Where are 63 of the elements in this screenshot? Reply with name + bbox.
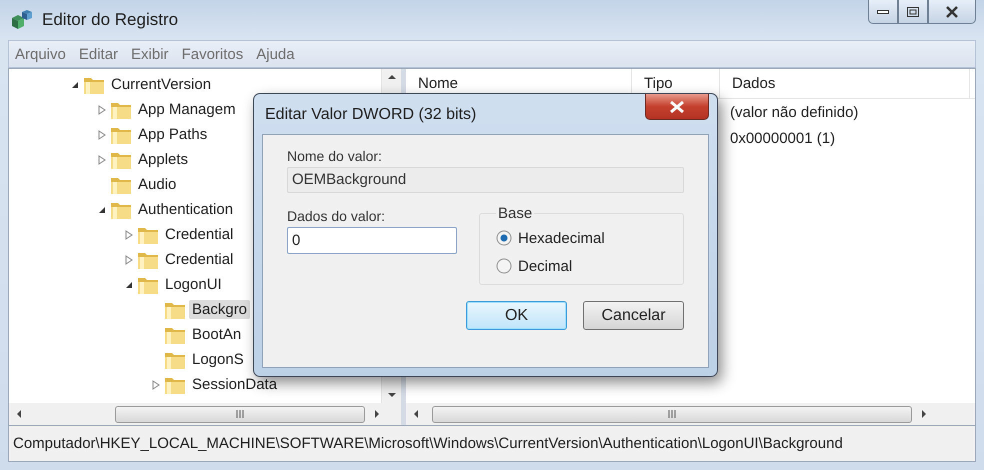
close-icon (945, 6, 959, 18)
scroll-left-arrow-icon[interactable] (15, 410, 23, 418)
menu-item[interactable]: Arquivo (9, 46, 73, 62)
tree-item[interactable]: Credential (162, 225, 236, 244)
tree-item[interactable]: Authentication (135, 200, 236, 219)
horizontal-scrollbar[interactable] (9, 403, 401, 425)
menu-item[interactable]: Editar (72, 46, 126, 62)
tree-item[interactable]: Audio (135, 175, 180, 194)
maximize-button[interactable] (898, 0, 928, 24)
dialog-title: Editar Valor DWORD (32 bits) (265, 106, 476, 124)
status-path: Computador\HKEY_LOCAL_MACHINE\SOFTWARE\Microsoft\Windows\CurrentVersion\Authentication\LogonUI\Background (13, 435, 843, 452)
tree-item[interactable]: Backgro (189, 300, 250, 319)
collapsed-arrow-icon[interactable] (152, 380, 160, 390)
tree-item[interactable]: App Paths (135, 125, 210, 144)
value-name-field: OEMBackground (287, 167, 684, 193)
radio-button-icon[interactable] (496, 230, 512, 246)
table-cell: (valor não definido) (730, 104, 858, 120)
close-button[interactable] (928, 0, 976, 24)
dialog-button[interactable]: Cancelar (583, 301, 684, 330)
radio-button-icon[interactable] (496, 258, 512, 274)
collapsed-arrow-icon[interactable] (125, 230, 133, 240)
maximize-icon (907, 6, 919, 16)
menu-item[interactable]: Favoritos (176, 46, 250, 62)
column-header[interactable]: Dados (720, 69, 970, 98)
close-button[interactable] (645, 94, 709, 120)
horizontal-scrollbar[interactable] (406, 403, 975, 425)
tree-item[interactable]: BootAn (189, 325, 244, 344)
radio-option[interactable]: Decimal (496, 252, 667, 280)
field-label: Dados do valor: (287, 207, 386, 226)
tree-item[interactable]: Applets (135, 150, 192, 169)
window-title: Editor do Registro (42, 10, 178, 30)
scroll-right-arrow-icon[interactable] (920, 410, 928, 418)
tree-item[interactable]: SessionData (189, 375, 280, 394)
grip-icon (236, 410, 244, 418)
grip-icon (668, 410, 676, 418)
tree-item[interactable]: LogonUI (162, 275, 225, 294)
collapsed-arrow-icon[interactable] (98, 104, 106, 114)
scroll-right-arrow-icon[interactable] (373, 410, 381, 418)
registry-cubes-icon (10, 8, 34, 32)
table-cell: 0x00000001 (1) (730, 130, 836, 146)
tree-item[interactable]: Credential (162, 250, 236, 269)
menu-item[interactable]: Exibir (125, 46, 176, 62)
group-label: Base (497, 205, 534, 222)
value-data-field[interactable]: 0 (287, 227, 457, 254)
minimize-icon (877, 10, 889, 14)
minimize-button[interactable] (868, 0, 898, 24)
dialog-button[interactable]: OK (466, 301, 567, 330)
field-label: Nome do valor: (287, 147, 383, 166)
close-icon (669, 100, 685, 114)
expanded-arrow-icon[interactable] (71, 80, 79, 88)
tree-item[interactable]: App Managem (135, 100, 239, 119)
tree-item[interactable]: LogonS (189, 350, 247, 369)
collapsed-arrow-icon[interactable] (98, 154, 106, 164)
collapsed-arrow-icon[interactable] (98, 130, 106, 140)
scroll-up-arrow-icon[interactable] (388, 73, 396, 81)
menu-item[interactable]: Ajuda (250, 46, 302, 62)
scroll-down-arrow-icon[interactable] (388, 391, 396, 399)
expanded-arrow-icon[interactable] (125, 280, 133, 288)
scroll-left-arrow-icon[interactable] (412, 410, 420, 418)
tree-item[interactable]: CurrentVersion (108, 75, 214, 94)
expanded-arrow-icon[interactable] (98, 206, 106, 214)
radio-option[interactable]: Hexadecimal (496, 224, 667, 252)
collapsed-arrow-icon[interactable] (125, 254, 133, 264)
